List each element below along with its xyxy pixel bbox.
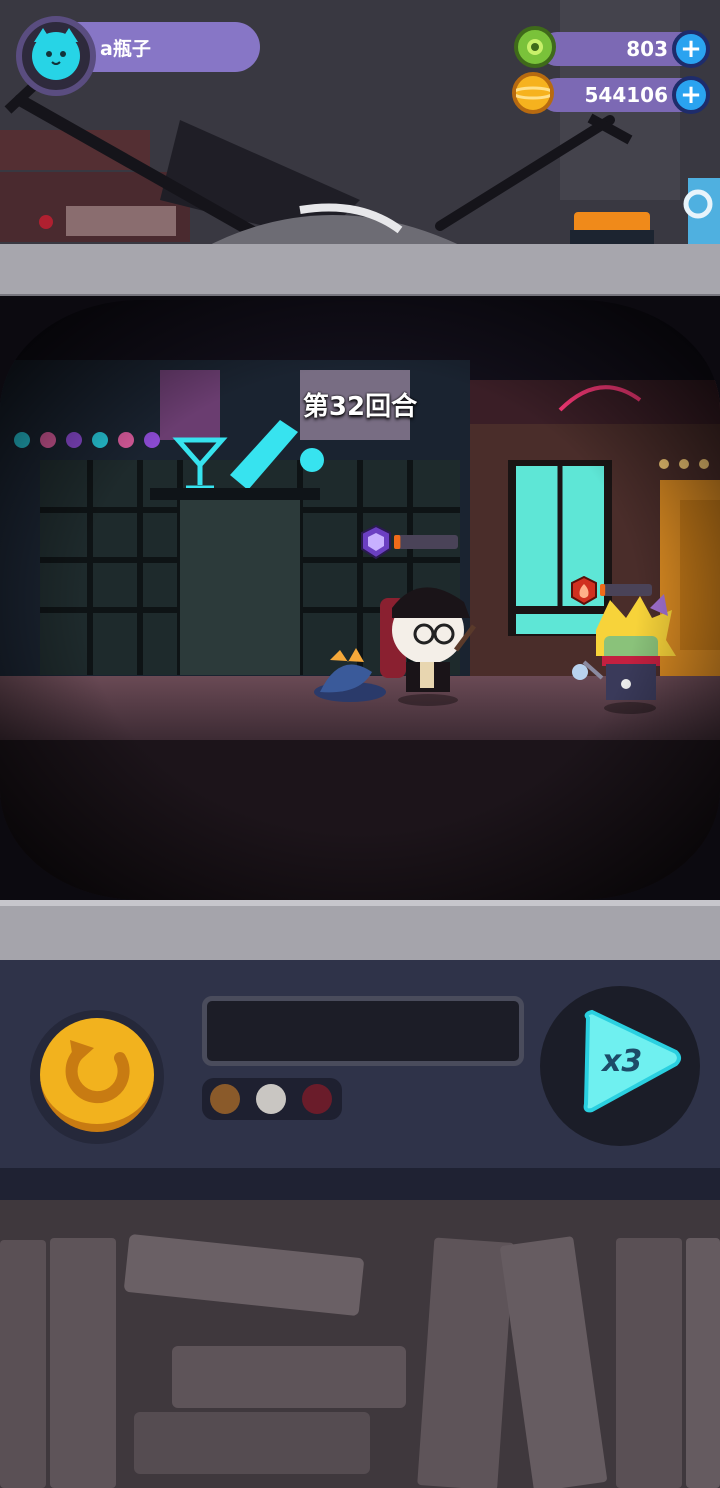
indicator-light-red — [302, 1084, 332, 1114]
bookshelf — [0, 1200, 720, 1488]
add-gem-button[interactable]: + — [672, 30, 710, 68]
round-counter: 第32回合 — [302, 392, 418, 422]
tv-bottom-rim — [0, 900, 720, 962]
player-avatar[interactable] — [16, 16, 96, 96]
gem-count: 803 — [626, 37, 668, 61]
restart-icon — [40, 1018, 154, 1132]
indicator-lights — [202, 1078, 342, 1120]
enemy-status — [571, 576, 652, 606]
coin-count: 544106 — [584, 83, 669, 107]
planet-coin-icon — [511, 72, 555, 114]
player-hp-bar-fill — [394, 535, 401, 549]
tv-top-rim — [0, 244, 720, 300]
status-display — [202, 996, 524, 1066]
bookshelf-decor — [0, 1200, 720, 1488]
player-name: a瓶子 — [100, 38, 151, 60]
restart-button[interactable] — [30, 1010, 164, 1144]
player-hero-status — [361, 524, 458, 560]
control-panel-lip — [0, 1168, 720, 1202]
speed-multiplier-label: x3 — [602, 1044, 643, 1079]
indicator-light-white — [256, 1084, 286, 1114]
add-coin-button[interactable]: + — [672, 76, 710, 114]
enemy-hp-bar-fill — [600, 584, 606, 596]
green-gem-icon — [514, 26, 556, 68]
player-hp-bar-track — [394, 535, 458, 549]
enemy-hp-bar-track — [600, 584, 652, 596]
cat-face-icon — [32, 28, 80, 80]
indicator-light-amber — [210, 1084, 240, 1114]
